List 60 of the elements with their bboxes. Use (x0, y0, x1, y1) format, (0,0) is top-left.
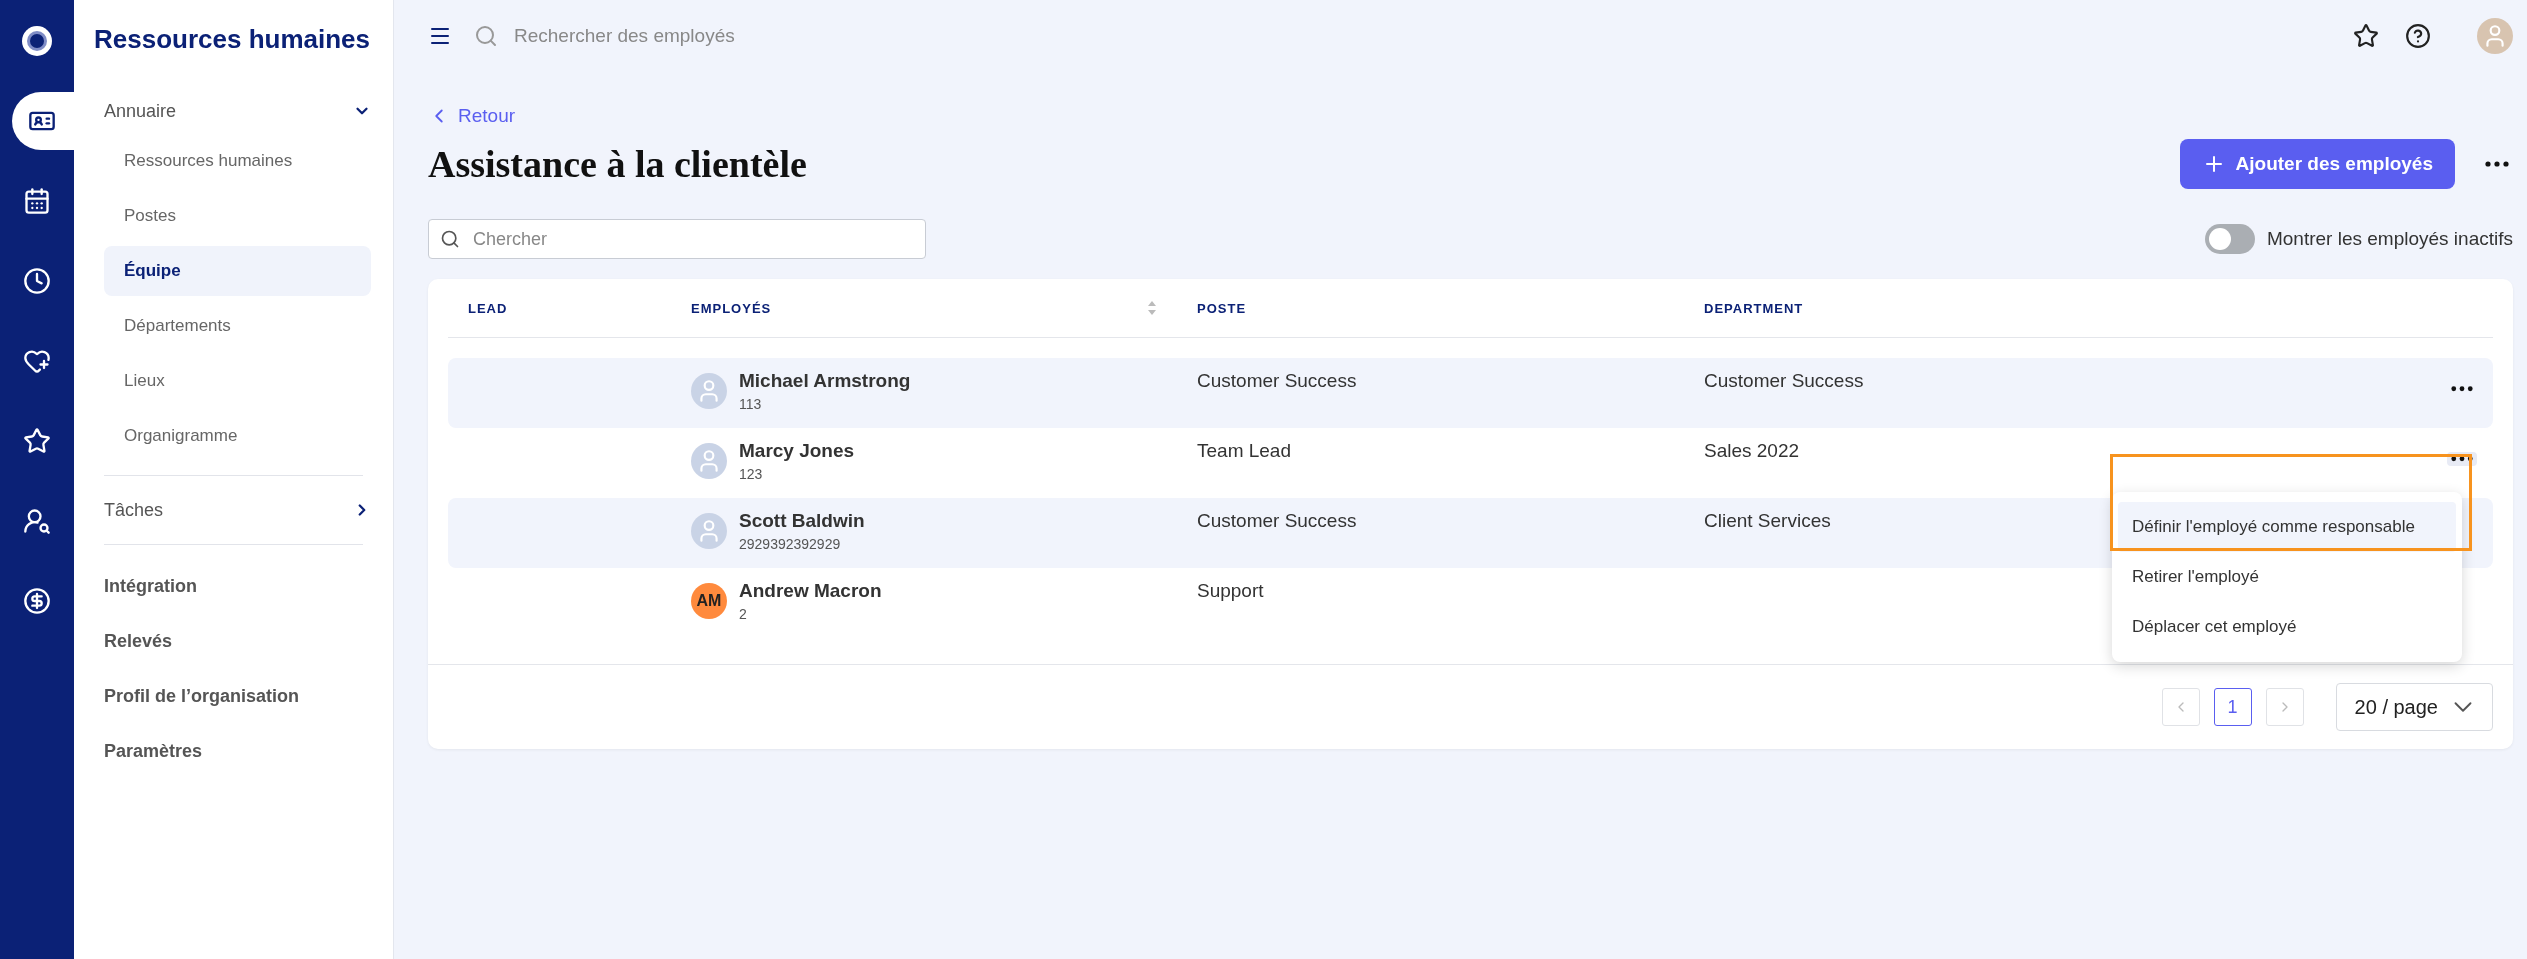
nav-item[interactable]: Intégration (104, 559, 371, 614)
ellipsis-icon (2485, 161, 2509, 167)
page-button[interactable]: 1 (2213, 688, 2252, 726)
column-header[interactable]: EMPLOYÉS (691, 300, 772, 316)
nav-group[interactable]: Tâches (104, 490, 371, 530)
clock-icon (23, 267, 51, 295)
nav-item[interactable]: Équipe (104, 246, 371, 296)
page-size-select[interactable]: 20 / page (2335, 683, 2493, 731)
ellipsis-icon (2451, 386, 2473, 392)
column-header: POSTE (1197, 300, 1247, 316)
ring-logo-icon (21, 25, 53, 57)
employee-id: 2929392392929 (739, 536, 842, 552)
employee-id: 2 (739, 606, 748, 622)
nav-group[interactable]: Annuaire (104, 91, 371, 131)
menu-item[interactable]: Retirer l'employé (2118, 552, 2456, 602)
search-icon (474, 24, 498, 48)
search-icon (440, 229, 460, 249)
nav-item[interactable]: Profil de l’organisation (104, 669, 371, 724)
employee-name: Michael Armstrong (739, 370, 911, 392)
page-title: Assistance à la clientèle (428, 142, 807, 186)
heart-plus-icon (23, 347, 51, 375)
star-icon (23, 427, 51, 455)
sidebar-title: Ressources humaines (94, 24, 371, 55)
employee-name: Andrew Macron (739, 580, 882, 602)
department-cell: Client Services (1704, 510, 1831, 532)
column-header: DEPARTMENT (1704, 300, 1804, 316)
user-search-icon (23, 507, 51, 535)
menu-item[interactable]: Déplacer cet employé (2118, 602, 2456, 652)
column-header: LEAD (468, 300, 508, 316)
rail-nav-button[interactable] (12, 92, 74, 150)
back-link[interactable]: Retour (428, 105, 516, 127)
initials-avatar: AM (691, 583, 727, 619)
nav-item[interactable]: Ressources humaines (104, 136, 371, 186)
department-cell: Customer Success (1704, 370, 1864, 392)
nav-item[interactable]: Organigramme (104, 411, 371, 461)
nav-item[interactable]: Paramètres (104, 724, 371, 779)
search-field[interactable]: Chercher (428, 219, 926, 259)
employee-id: 123 (739, 466, 764, 482)
help-icon[interactable] (2405, 23, 2431, 49)
nav-item[interactable]: Postes (104, 191, 371, 241)
nav-item[interactable]: Relevés (104, 614, 371, 669)
department-cell: Sales 2022 (1704, 440, 1800, 462)
calendar-icon (23, 187, 51, 215)
employee-name: Scott Baldwin (739, 510, 865, 532)
search-field[interactable]: Rechercher des employés (512, 24, 2331, 48)
ellipsis-icon (2451, 456, 2473, 462)
position-cell: Customer Success (1197, 370, 1357, 392)
position-cell: Support (1197, 580, 1264, 602)
star-icon[interactable] (2353, 23, 2379, 49)
nav-item[interactable]: Lieux (104, 356, 371, 406)
position-cell: Customer Success (1197, 510, 1357, 532)
toggle-label: Montrer les employés inactifs (2266, 228, 2513, 250)
dollar-circle-icon (23, 587, 51, 615)
toggle-switch[interactable] (2204, 224, 2255, 254)
position-cell: Team Lead (1197, 440, 1291, 462)
nav-item[interactable]: Départements (104, 301, 371, 351)
employee-name: Marcy Jones (739, 440, 855, 462)
menu-item[interactable]: Définir l'employé comme responsable (2118, 502, 2456, 552)
add-employees-button[interactable]: Ajouter des employés (2179, 139, 2455, 189)
employee-id: 113 (739, 396, 763, 412)
